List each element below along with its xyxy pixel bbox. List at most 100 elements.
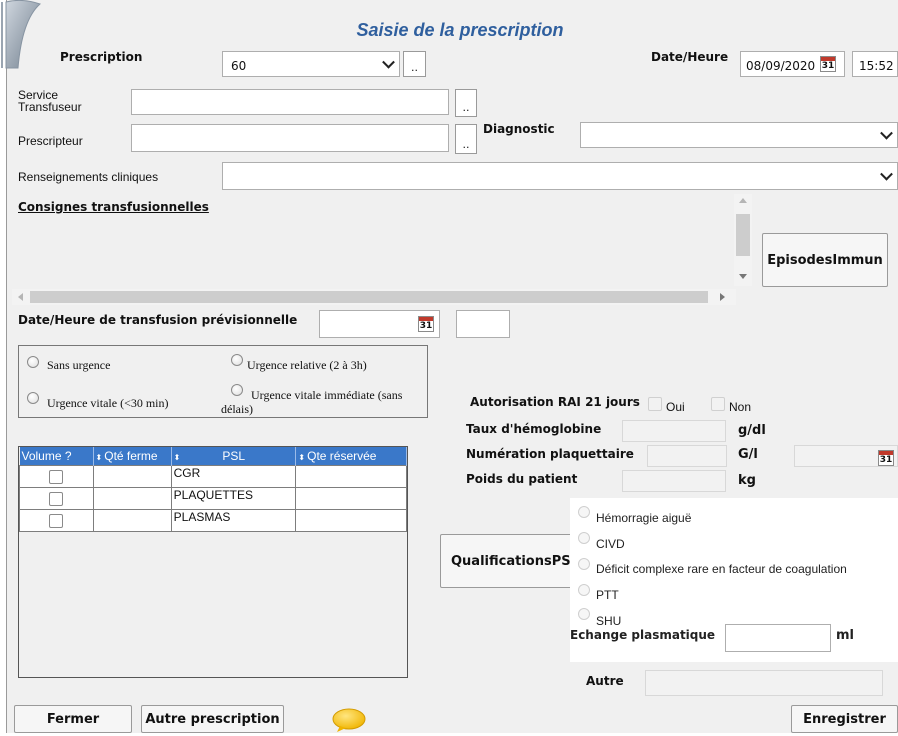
echange-unit: ml [836, 628, 855, 643]
prescription-more-button[interactable]: .. [403, 51, 426, 77]
radio-urgence-relative[interactable] [231, 354, 243, 366]
prescription-value: 60 [231, 59, 247, 73]
plaquettes-unit: G/l [738, 447, 758, 462]
chevron-down-icon [382, 55, 395, 69]
poids-input[interactable] [622, 470, 726, 492]
radio-civd[interactable] [578, 532, 590, 544]
transfusion-time-input[interactable] [456, 310, 510, 338]
psl-cell: PLASMAS [170, 509, 297, 532]
col-header-qte-ferme[interactable]: ⬍ Qté ferme [93, 447, 172, 466]
prescription-label: Prescription [60, 50, 143, 64]
transfusion-label: Date/Heure de transfusion prévisionnelle [18, 313, 298, 327]
diagnostic-label: Diagnostic [483, 122, 555, 136]
rai-non-checkbox[interactable] [711, 397, 725, 411]
page-title: Saisie de la prescription [356, 20, 564, 40]
prescripteur-label: Prescripteur [18, 134, 83, 148]
psl-cell: CGR [170, 465, 297, 488]
urgency-label-1: Urgence relative (2 à 3h) [247, 358, 367, 372]
radio-urgence-vitale[interactable] [27, 392, 39, 404]
sort-icon: ⬍ [173, 453, 181, 462]
col-header-volume[interactable]: Volume ? [19, 447, 94, 466]
urgency-label-3: Urgence vitale immédiate (sans délais) [221, 388, 403, 416]
qte-reservee-cell[interactable] [295, 487, 407, 510]
echange-input[interactable] [725, 624, 831, 652]
psl-table-panel: Volume ? ⬍ Qté ferme ⬍ PSL ⬍ Qte réservée C… [18, 446, 408, 678]
scrollbar-thumb[interactable] [736, 214, 750, 256]
time-input[interactable]: 15:52 [852, 51, 898, 77]
psl-table: Volume ? ⬍ Qté ferme ⬍ PSL ⬍ Qte réservée C… [19, 447, 407, 532]
prescripteur-input[interactable] [131, 124, 449, 152]
chevron-down-icon [880, 167, 893, 181]
prescription-select[interactable]: 60 [222, 51, 400, 77]
vertical-scrollbar[interactable] [734, 194, 752, 286]
comment-bubble-icon[interactable] [332, 708, 366, 733]
col-header-qte-reservee[interactable]: ⬍ Qte réservée [295, 447, 407, 466]
calendar-icon[interactable]: 31 [820, 56, 836, 72]
qte-ferme-cell[interactable] [92, 487, 172, 510]
autre-label: Autre [586, 674, 624, 688]
qualif-label-4: SHU [596, 614, 622, 628]
plaquettes-label: Numération plaquettaire [466, 447, 634, 461]
qualifications-button[interactable]: QualificationsPS [440, 534, 572, 588]
volume-checkbox[interactable] [49, 470, 64, 484]
rai-label: Autorisation RAI 21 jours [470, 395, 640, 409]
echange-label: Echange plasmatique [570, 628, 716, 642]
qte-ferme-cell[interactable] [92, 509, 172, 532]
horizontal-scrollbar[interactable] [12, 289, 736, 305]
calendar-icon[interactable]: 31 [878, 450, 894, 466]
volume-checkbox[interactable] [49, 492, 64, 506]
radio-shu[interactable] [578, 608, 590, 620]
prescripteur-more-button[interactable]: .. [455, 124, 477, 154]
diagnostic-select[interactable] [580, 122, 898, 148]
qte-reservee-cell[interactable] [295, 465, 407, 488]
scroll-left-icon[interactable] [18, 293, 23, 301]
autre-prescription-button[interactable]: Autre prescription [141, 705, 284, 733]
table-row[interactable]: PLAQUETTES [19, 487, 407, 510]
radio-hemorragie[interactable] [578, 506, 590, 518]
poids-unit: kg [738, 473, 756, 488]
qualif-label-0: Hémorragie aiguë [596, 511, 692, 525]
qualif-label-3: PTT [596, 588, 619, 602]
h-scrollbar-thumb[interactable] [30, 291, 708, 303]
renseignements-select[interactable] [222, 162, 898, 190]
autre-input[interactable] [645, 670, 883, 696]
episodes-immun-button[interactable]: EpisodesImmun [762, 233, 888, 287]
radio-ptt[interactable] [578, 584, 590, 596]
qte-reservee-cell[interactable] [295, 509, 407, 532]
radio-deficit[interactable] [578, 558, 590, 570]
fermer-button[interactable]: Fermer [14, 705, 132, 733]
scroll-right-icon[interactable] [720, 293, 725, 301]
qualif-label-2: Déficit complexe rare en facteur de coag… [596, 562, 847, 576]
rai-oui-label: Oui [666, 400, 685, 414]
corner-logo-icon [0, 0, 62, 70]
service-more-button[interactable]: .. [455, 89, 477, 117]
plaquettes-input[interactable] [647, 445, 727, 467]
table-row[interactable]: PLASMAS [19, 509, 407, 532]
poids-label: Poids du patient [466, 472, 578, 486]
hemoglobine-unit: g/dl [738, 423, 766, 438]
service-label: Service Transfuseur [18, 88, 82, 114]
psl-cell: PLAQUETTES [170, 487, 297, 510]
scroll-down-icon[interactable] [739, 274, 747, 279]
volume-checkbox[interactable] [49, 514, 64, 528]
hemoglobine-input[interactable] [622, 420, 726, 442]
service-input[interactable] [131, 89, 449, 115]
col-header-psl[interactable]: ⬍ PSL [171, 447, 297, 466]
qte-ferme-cell[interactable] [92, 465, 172, 488]
urgency-label-0: Sans urgence [47, 358, 111, 372]
enregistrer-button[interactable]: Enregistrer [791, 705, 898, 733]
qualif-label-1: CIVD [596, 537, 625, 551]
datetime-label: Date/Heure [651, 50, 729, 64]
consignes-textarea[interactable] [12, 196, 734, 286]
radio-sans-urgence[interactable] [27, 356, 39, 368]
scroll-up-icon[interactable] [739, 198, 747, 203]
calendar-icon[interactable]: 31 [418, 316, 434, 332]
rai-oui-checkbox[interactable] [648, 397, 662, 411]
urgency-group: Sans urgence Urgence relative (2 à 3h) U… [18, 345, 428, 418]
date-value: 08/09/2020 [746, 59, 816, 73]
time-value: 15:52 [859, 59, 894, 73]
rai-non-label: Non [729, 400, 752, 414]
sort-icon: ⬍ [95, 453, 103, 462]
sort-icon: ⬍ [298, 453, 306, 462]
table-row[interactable]: CGR [19, 465, 407, 488]
